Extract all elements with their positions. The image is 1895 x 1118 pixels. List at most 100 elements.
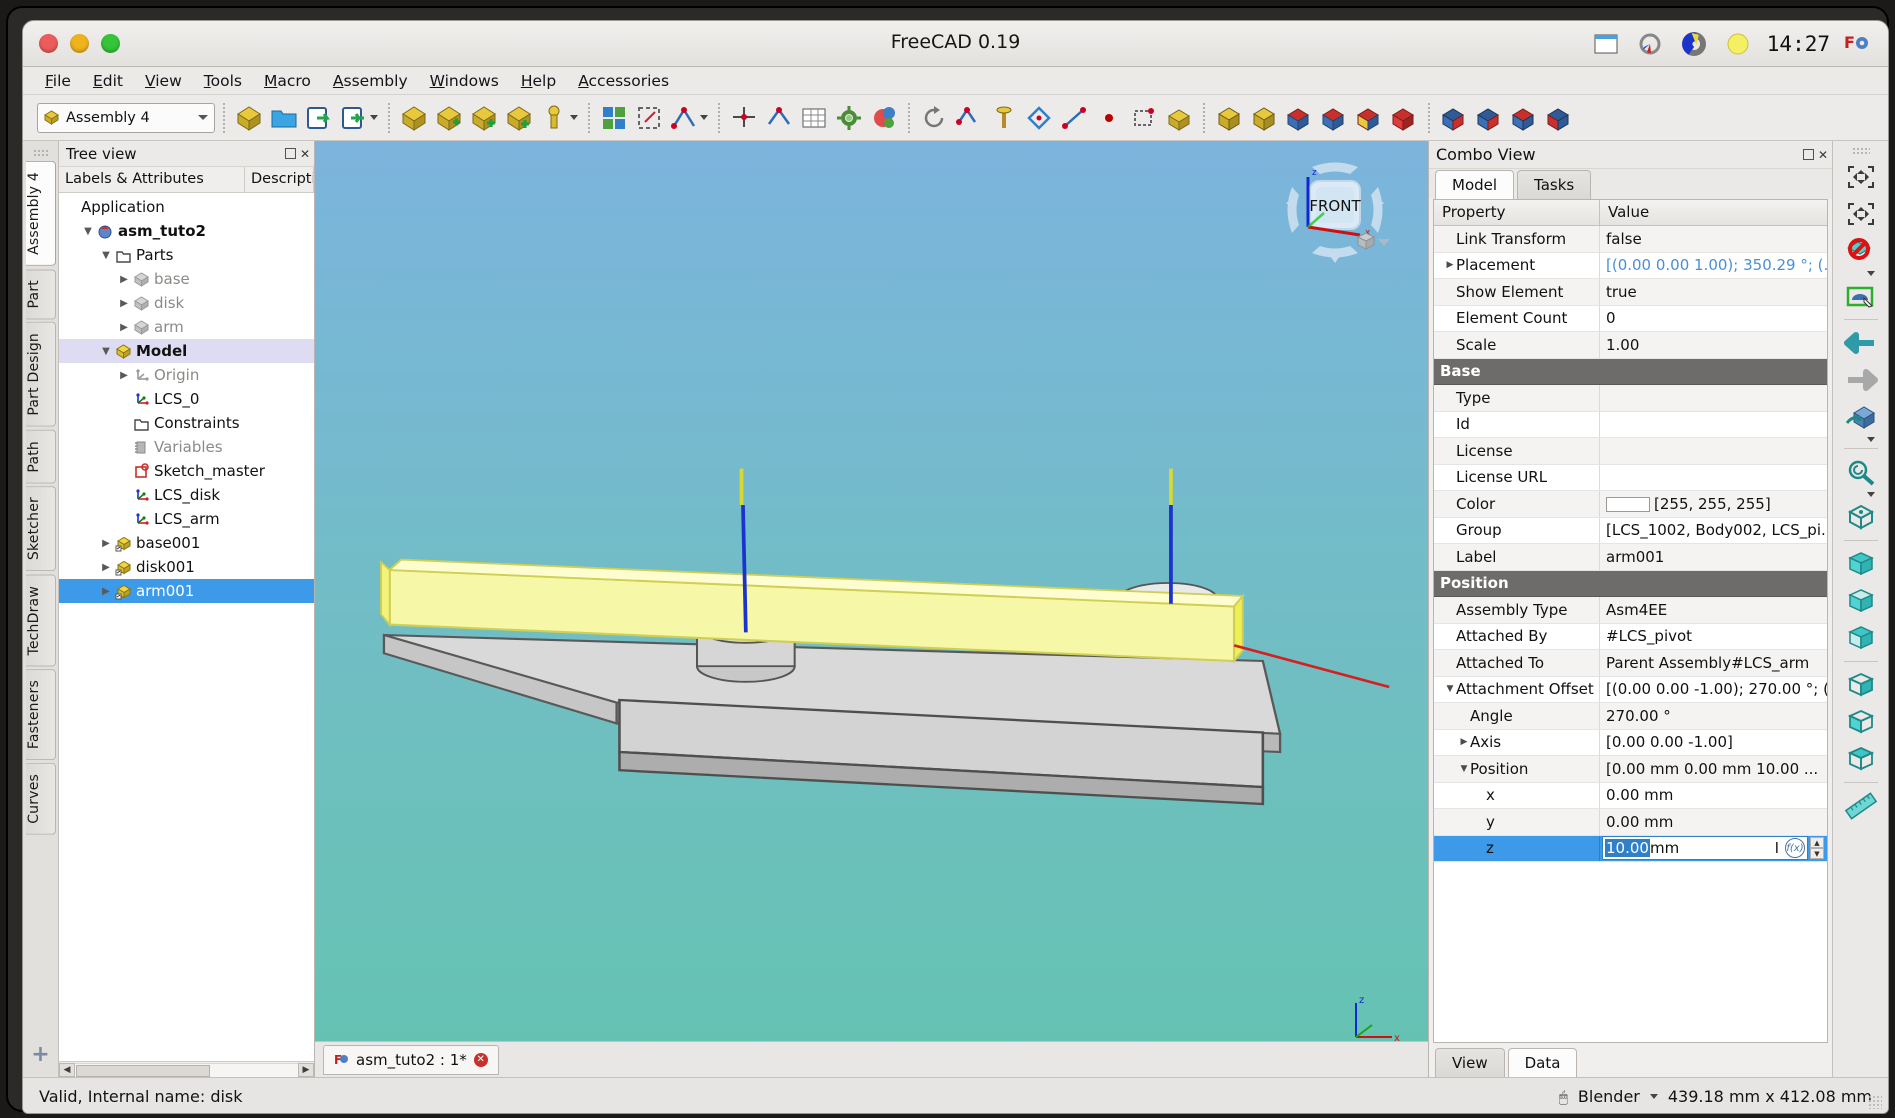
property-value[interactable]: false <box>1600 230 1827 248</box>
tree-item-asm-tuto2[interactable]: ▼ asm_tuto2 <box>59 219 314 243</box>
expand-twisty-icon[interactable]: ▶ <box>117 274 131 285</box>
tree-item-parts[interactable]: ▼ Parts <box>59 243 314 267</box>
fillet-button[interactable] <box>1473 102 1505 134</box>
3d-viewport[interactable]: FRONT z x z x F asm_tuto2: 1* ✕ <box>315 141 1428 1077</box>
expand-twisty-icon[interactable]: ▶ <box>117 370 131 381</box>
chevron-down-icon[interactable] <box>700 115 708 120</box>
property-row-color[interactable]: Color [255, 255, 255] <box>1434 491 1827 518</box>
stepper-up-icon[interactable]: ▲ <box>1810 837 1824 849</box>
settings-button[interactable] <box>833 102 865 134</box>
axonometric-view-button[interactable] <box>1841 500 1881 534</box>
property-value[interactable]: Asm4EE <box>1600 601 1827 619</box>
add-workbench-icon[interactable]: + <box>31 1042 49 1067</box>
insert-lcs-button[interactable] <box>503 102 535 134</box>
chevron-down-icon[interactable] <box>1866 271 1875 276</box>
menu-accessories[interactable]: Accessories <box>578 72 669 90</box>
property-row-position[interactable]: Position <box>1434 570 1827 597</box>
right-view-button[interactable] <box>1841 621 1881 655</box>
expand-twisty-icon[interactable]: ▶ <box>99 562 113 573</box>
brightness-icon[interactable] <box>1723 31 1753 57</box>
toolbar-grip[interactable] <box>1851 147 1870 154</box>
box-primitive-button[interactable] <box>1213 102 1245 134</box>
tree-items[interactable]: Application ▼ asm_tuto2 ▼ Parts ▶ base ▶ disk ▶ ar… <box>59 193 314 1061</box>
document-tab-bar[interactable]: F asm_tuto2 : 1* ✕ <box>315 1041 1428 1077</box>
color-per-face-button[interactable] <box>868 102 900 134</box>
point-button[interactable] <box>1093 102 1125 134</box>
redo-view-button[interactable] <box>1841 363 1881 397</box>
save-as-button[interactable] <box>338 102 370 134</box>
tree-column-headers[interactable]: Labels & Attributes Descripti <box>59 167 314 193</box>
property-value[interactable]: #LCS_pivot <box>1600 627 1827 645</box>
tree-item-base001[interactable]: ▶ base001 <box>59 531 314 555</box>
tree-column-description[interactable]: Descripti <box>245 167 314 192</box>
collapse-twisty-icon[interactable]: ▼ <box>99 250 113 261</box>
chevron-down-icon[interactable] <box>1866 437 1875 442</box>
float-panel-icon[interactable] <box>284 148 296 159</box>
tree-item-disk001[interactable]: ▶ disk001 <box>59 555 314 579</box>
property-column-header[interactable]: Property <box>1434 200 1600 225</box>
tree-item-application[interactable]: Application <box>59 195 314 219</box>
z-value-stepper[interactable]: ▲ ▼ <box>1810 837 1824 860</box>
undo-view-button[interactable] <box>1841 326 1881 360</box>
scroll-left-icon[interactable]: ◀ <box>59 1062 75 1077</box>
scroll-right-icon[interactable]: ▶ <box>298 1062 314 1077</box>
disk-usage-icon[interactable] <box>1635 31 1665 57</box>
tree-item-constraints[interactable]: Constraints <box>59 411 314 435</box>
front-view-button[interactable] <box>1841 547 1881 581</box>
boolean-cut-button[interactable] <box>1318 102 1350 134</box>
mirror-button[interactable] <box>1438 102 1470 134</box>
top-view-button[interactable] <box>1841 584 1881 618</box>
view-toolbar[interactable] <box>1832 141 1888 1077</box>
window-list-icon[interactable] <box>1591 31 1621 57</box>
property-row-show-element[interactable]: Show Element true <box>1434 279 1827 306</box>
rear-view-button[interactable] <box>1841 668 1881 702</box>
bottom-view-button[interactable] <box>1841 705 1881 739</box>
property-value[interactable]: [(0.00 0.00 1.00); 350.29 °; (... <box>1600 256 1827 274</box>
property-row-link-transform[interactable]: Link Transform false <box>1434 226 1827 253</box>
open-document-button[interactable] <box>268 102 300 134</box>
new-body-button[interactable] <box>433 102 465 134</box>
scroll-thumb[interactable] <box>76 1064 210 1077</box>
expand-twisty-icon[interactable]: ▶ <box>117 298 131 309</box>
menu-tools[interactable]: Tools <box>204 72 242 90</box>
close-panel-icon[interactable]: ✕ <box>300 148 310 160</box>
tab-tasks[interactable]: Tasks <box>1517 170 1592 199</box>
close-panel-icon[interactable]: ✕ <box>1818 149 1828 161</box>
freecad-tray-icon[interactable]: F <box>1844 31 1874 57</box>
expand-twisty-icon[interactable]: ▶ <box>1458 737 1470 747</box>
workbench-tab-strip[interactable]: Assembly 4 Part Part Design Path Sketche… <box>23 141 59 1077</box>
tree-item-sketch-master[interactable]: Sketch_master <box>59 459 314 483</box>
property-row-axis[interactable]: ▶ Axis [0.00 0.00 -1.00] <box>1434 729 1827 756</box>
property-row-assembly-type[interactable]: Assembly Type Asm4EE <box>1434 597 1827 624</box>
expression-editor-icon[interactable]: f(x) <box>1785 838 1805 859</box>
chevron-down-icon[interactable] <box>1649 1094 1658 1099</box>
workbench-tab-part[interactable]: Part <box>25 268 56 320</box>
menu-help[interactable]: Help <box>521 72 556 90</box>
diamond-button[interactable] <box>1023 102 1055 134</box>
bolt-button[interactable] <box>988 102 1020 134</box>
expand-twisty-icon[interactable]: ▶ <box>99 586 113 597</box>
tree-column-labels[interactable]: Labels & Attributes <box>59 167 245 192</box>
workbench-tab-techdraw[interactable]: TechDraw <box>25 574 56 667</box>
property-row-license-url[interactable]: License URL <box>1434 464 1827 491</box>
extrude-button[interactable] <box>1163 102 1195 134</box>
property-value[interactable]: 0 <box>1600 309 1827 327</box>
chevron-down-icon[interactable] <box>198 115 208 120</box>
property-value[interactable]: 0.00 mm <box>1600 786 1827 804</box>
property-row-attached-to[interactable]: Attached To Parent Assembly#LCS_arm <box>1434 650 1827 677</box>
value-column-header[interactable]: Value <box>1600 200 1827 225</box>
new-sketch-button[interactable] <box>598 102 630 134</box>
property-value[interactable]: true <box>1600 283 1827 301</box>
workbench-tab-part-design[interactable]: Part Design <box>25 322 56 427</box>
property-row-y[interactable]: y 0.00 mm <box>1434 809 1827 836</box>
insert-link-button[interactable] <box>468 102 500 134</box>
property-row-base[interactable]: Base <box>1434 358 1827 385</box>
property-value[interactable]: [LCS_1002, Body002, LCS_pi... <box>1600 521 1827 539</box>
tab-view[interactable]: View <box>1435 1048 1505 1077</box>
menu-file[interactable]: File <box>45 72 71 90</box>
edit-sketch-button[interactable] <box>633 102 665 134</box>
tree-item-lcs-0[interactable]: LCS_0 <box>59 387 314 411</box>
move-part-button[interactable] <box>728 102 760 134</box>
property-value[interactable]: [255, 255, 255] <box>1600 495 1827 513</box>
plane-button[interactable] <box>1128 102 1160 134</box>
